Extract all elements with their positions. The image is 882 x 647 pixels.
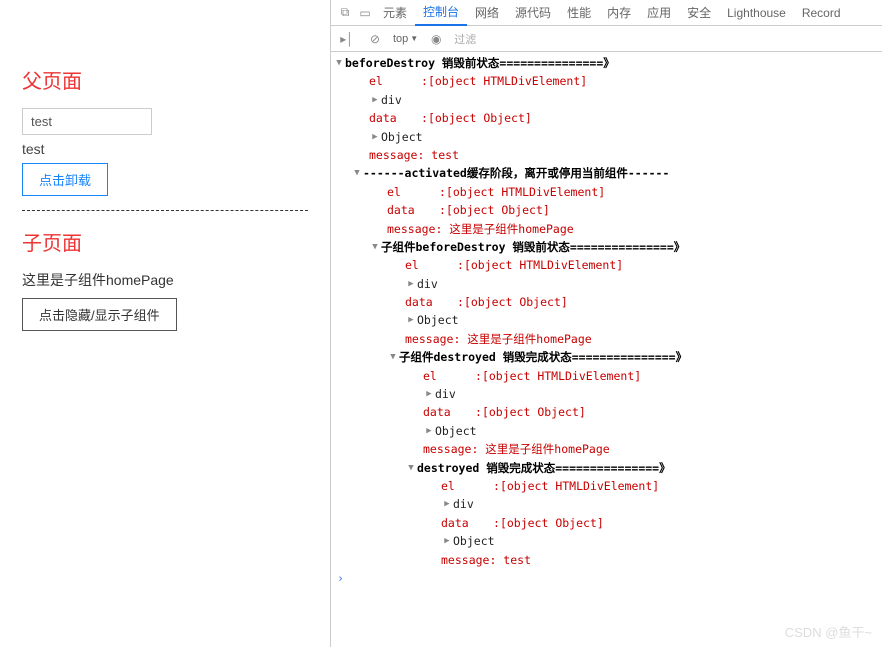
- unload-button[interactable]: 点击卸载: [22, 163, 108, 196]
- log-line[interactable]: Object: [331, 128, 882, 146]
- app-left-panel: 父页面 test 点击卸载 子页面 这里是子组件homePage 点击隐藏/显示…: [0, 0, 330, 647]
- tab-sources[interactable]: 源代码: [507, 1, 559, 25]
- tab-application[interactable]: 应用: [639, 1, 679, 25]
- caret-right-icon[interactable]: [369, 130, 381, 144]
- toggle-child-button[interactable]: 点击隐藏/显示子组件: [22, 298, 177, 331]
- console-prompt[interactable]: ›: [337, 569, 882, 587]
- log-line[interactable]: message: test: [331, 146, 882, 164]
- log-line[interactable]: message: 这里是子组件homePage: [331, 330, 882, 348]
- log-line[interactable]: div: [331, 275, 882, 293]
- caret-right-icon[interactable]: [423, 424, 435, 438]
- log-group-header[interactable]: 子组件destroyed 销毁完成状态===============》: [331, 348, 882, 366]
- eye-icon[interactable]: ◉: [426, 32, 446, 46]
- log-line[interactable]: el: [object HTMLDivElement]: [331, 183, 882, 201]
- devtools-tab-bar: ⧉ ▭ 元素 控制台 网络 源代码 性能 内存 应用 安全 Lighthouse…: [331, 0, 882, 26]
- chevron-down-icon: ▼: [410, 34, 418, 43]
- tab-console[interactable]: 控制台: [415, 0, 467, 26]
- log-line[interactable]: data: [object Object]: [331, 514, 882, 532]
- log-line[interactable]: data: [object Object]: [331, 109, 882, 127]
- log-line[interactable]: message: 这里是子组件homePage: [331, 220, 882, 238]
- caret-down-icon[interactable]: [387, 350, 399, 364]
- log-group-header[interactable]: ------activated缓存阶段，离开或停用当前组件------: [331, 164, 882, 182]
- caret-down-icon[interactable]: [405, 461, 417, 475]
- log-line[interactable]: data: [object Object]: [331, 403, 882, 421]
- tab-lighthouse[interactable]: Lighthouse: [719, 1, 794, 25]
- console-toolbar: ▸│ ⊘ top ▼ ◉ 过滤: [331, 26, 882, 52]
- sidebar-toggle-icon[interactable]: ▸│: [337, 32, 357, 46]
- caret-down-icon[interactable]: [333, 56, 345, 70]
- context-selector[interactable]: top ▼: [393, 33, 418, 45]
- tab-recorder[interactable]: Record: [794, 1, 849, 25]
- caret-right-icon[interactable]: [441, 534, 453, 548]
- tab-performance[interactable]: 性能: [559, 1, 599, 25]
- log-line[interactable]: Object: [331, 422, 882, 440]
- log-line[interactable]: div: [331, 91, 882, 109]
- child-desc: 这里是子组件homePage: [22, 270, 308, 290]
- parent-title: 父页面: [22, 65, 308, 94]
- caret-right-icon[interactable]: [423, 387, 435, 401]
- log-line[interactable]: div: [331, 495, 882, 513]
- log-line[interactable]: div: [331, 385, 882, 403]
- console-filter-input[interactable]: 过滤: [454, 31, 876, 47]
- caret-right-icon[interactable]: [369, 93, 381, 107]
- log-line[interactable]: data: [object Object]: [331, 293, 882, 311]
- caret-right-icon[interactable]: [441, 497, 453, 511]
- log-line[interactable]: el: [object HTMLDivElement]: [331, 72, 882, 90]
- device-icon[interactable]: ▭: [355, 6, 375, 20]
- caret-down-icon[interactable]: [351, 166, 363, 180]
- watermark: CSDN @鱼干~: [785, 622, 872, 641]
- console-output: beforeDestroy 销毁前状态===============》 el: …: [331, 52, 882, 647]
- echo-text: test: [22, 141, 308, 157]
- caret-down-icon[interactable]: [369, 240, 381, 254]
- log-line[interactable]: Object: [331, 311, 882, 329]
- log-line[interactable]: el: [object HTMLDivElement]: [331, 367, 882, 385]
- log-line[interactable]: message: 这里是子组件homePage: [331, 440, 882, 458]
- log-group-header[interactable]: beforeDestroy 销毁前状态===============》: [331, 54, 882, 72]
- log-group-header[interactable]: 子组件beforeDestroy 销毁前状态===============》: [331, 238, 882, 256]
- log-line[interactable]: data: [object Object]: [331, 201, 882, 219]
- tab-network[interactable]: 网络: [467, 1, 507, 25]
- tab-elements[interactable]: 元素: [375, 1, 415, 25]
- caret-right-icon[interactable]: [405, 313, 417, 327]
- tab-memory[interactable]: 内存: [599, 1, 639, 25]
- clear-console-icon[interactable]: ⊘: [365, 32, 385, 46]
- message-input[interactable]: [22, 108, 152, 135]
- log-line[interactable]: Object: [331, 532, 882, 550]
- log-line[interactable]: message: test: [331, 551, 882, 569]
- log-group-header[interactable]: destroyed 销毁完成状态===============》: [331, 459, 882, 477]
- log-line[interactable]: el: [object HTMLDivElement]: [331, 256, 882, 274]
- inspect-icon[interactable]: ⧉: [335, 5, 355, 20]
- log-line[interactable]: el: [object HTMLDivElement]: [331, 477, 882, 495]
- divider: [22, 210, 308, 211]
- tab-security[interactable]: 安全: [679, 1, 719, 25]
- caret-right-icon[interactable]: [405, 277, 417, 291]
- child-title: 子页面: [22, 227, 308, 256]
- devtools-panel: ⧉ ▭ 元素 控制台 网络 源代码 性能 内存 应用 安全 Lighthouse…: [330, 0, 882, 647]
